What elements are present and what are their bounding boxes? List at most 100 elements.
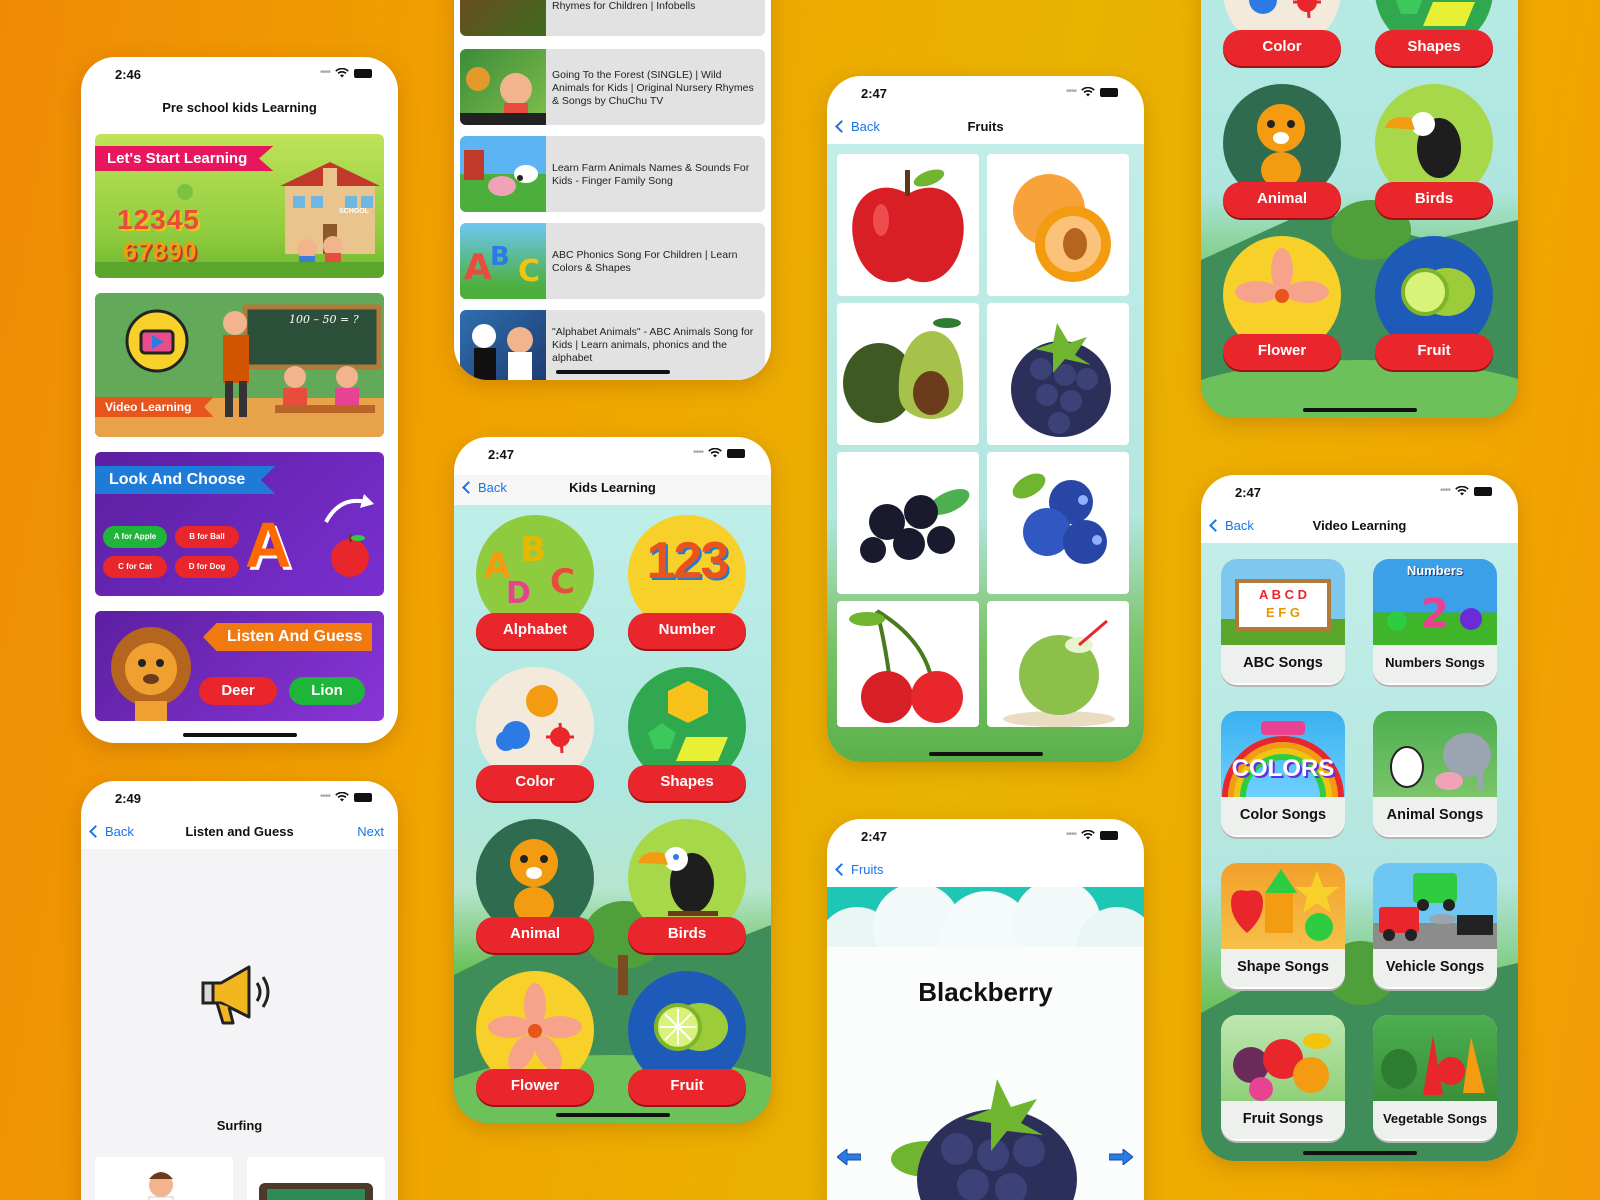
- fruit-tile-coconut[interactable]: [987, 601, 1129, 727]
- video-list-item[interactable]: Rhymes for Children | Infobells: [460, 0, 765, 36]
- category-label: Color: [1223, 30, 1341, 66]
- video-tile-thumbnail: [1373, 711, 1497, 797]
- arrow-left-icon[interactable]: [837, 1149, 861, 1165]
- wifi-icon: [335, 792, 349, 802]
- category-label: Shapes: [628, 765, 746, 801]
- category-label: Birds: [1375, 182, 1493, 218]
- phone-video-learning: 2:47 •••• Back Video Learning A B C D E …: [1201, 475, 1518, 1161]
- page-title: Video Learning: [1312, 518, 1407, 533]
- chalkboard-text: 100 – 50 = ?: [289, 313, 359, 326]
- video-tile-animal-songs[interactable]: Animal Songs: [1373, 711, 1497, 837]
- vegetables-icon: [1381, 1035, 1485, 1095]
- next-button[interactable]: Next: [357, 824, 384, 839]
- video-tile-vehicle-songs[interactable]: Vehicle Songs: [1373, 863, 1497, 989]
- svg-text:D: D: [506, 576, 531, 611]
- video-tile-abc-songs[interactable]: A B C D E F G ABC Songs: [1221, 559, 1345, 685]
- video-list-item[interactable]: ABC ABC Phonics Song For Children | Lear…: [460, 223, 765, 299]
- status-bar: 2:46 ••••: [81, 57, 398, 97]
- avocado-icon: [843, 318, 964, 423]
- blackberry-icon: [1011, 323, 1111, 437]
- dancing-numbers-icon: 2: [1387, 591, 1482, 637]
- category-flower[interactable]: Flower: [476, 971, 594, 1107]
- video-tile-color-songs[interactable]: COLORS Color Songs: [1221, 711, 1345, 837]
- arrow-right-icon[interactable]: [1109, 1149, 1133, 1165]
- category-birds[interactable]: Birds: [1375, 84, 1493, 220]
- answer-pill-deer: Deer: [199, 677, 277, 705]
- fruit-tile-blackberry[interactable]: [987, 303, 1129, 445]
- rainbow-icon: [1222, 721, 1344, 798]
- fruit-tile-peach[interactable]: [987, 154, 1129, 296]
- category-fruit[interactable]: Fruit: [628, 971, 746, 1107]
- abc-board-text: A B C D: [1259, 587, 1307, 602]
- category-shapes[interactable]: Shapes: [628, 667, 746, 803]
- video-learning-card[interactable]: 100 – 50 = ? Video Learning: [95, 293, 384, 437]
- page-title: Listen and Guess: [185, 824, 294, 839]
- animals-icon: [1390, 733, 1491, 790]
- category-label: Animal: [1223, 182, 1341, 218]
- card-title-ribbon: Video Learning: [95, 397, 214, 417]
- back-button[interactable]: Fruits: [835, 862, 884, 877]
- category-alphabet[interactable]: A B C D Alphabet: [476, 515, 594, 651]
- signal-icon: ••••: [1065, 86, 1077, 97]
- wifi-icon: [708, 448, 722, 458]
- fruit-tile-blackcurrant[interactable]: [837, 452, 979, 594]
- look-and-choose-card[interactable]: Look And Choose A for Apple B for Ball C…: [95, 452, 384, 596]
- fruit-tile-apple[interactable]: [837, 154, 979, 296]
- svg-text:2: 2: [1421, 591, 1449, 637]
- choice-pill: D for Dog: [175, 556, 239, 578]
- video-tile-label: Vegetable Songs: [1373, 1101, 1497, 1139]
- fruit-tile-avocado[interactable]: [837, 303, 979, 445]
- category-label: Flower: [1223, 334, 1341, 370]
- fruit-tile-cherry[interactable]: [837, 601, 979, 727]
- video-tile-thumbnail: [1373, 863, 1497, 949]
- video-tile-shape-songs[interactable]: Shape Songs: [1221, 863, 1345, 989]
- category-number[interactable]: 123 Number: [628, 515, 746, 651]
- lets-start-learning-card[interactable]: Let's Start Learning 12345 67890 SCHOOL: [95, 134, 384, 278]
- status-time: 2:47: [861, 86, 888, 101]
- card-title-ribbon: Let's Start Learning: [95, 146, 274, 171]
- category-flower[interactable]: Flower: [1223, 236, 1341, 372]
- card-title-ribbon: Listen And Guess: [203, 623, 373, 651]
- category-shapes[interactable]: Shapes: [1375, 0, 1493, 68]
- peach-icon: [1013, 174, 1111, 282]
- wifi-icon: [1081, 87, 1095, 97]
- battery-icon: [727, 448, 745, 458]
- phone-fruit-detail: 2:47 •••• Fruits Blackberry: [827, 819, 1144, 1200]
- svg-text:C: C: [550, 562, 575, 602]
- navbar: Back Video Learning: [1201, 513, 1518, 543]
- video-tile-fruit-songs[interactable]: Fruit Songs: [1221, 1015, 1345, 1141]
- listen-and-guess-card[interactable]: Listen And Guess Deer Lion: [95, 611, 384, 721]
- status-time: 2:46: [115, 67, 142, 82]
- megaphone-icon[interactable]: [199, 959, 277, 1029]
- battery-icon: [1474, 486, 1492, 496]
- video-tile-numbers-songs[interactable]: Numbers 2 Numbers Songs: [1373, 559, 1497, 685]
- status-time: 2:47: [488, 447, 515, 462]
- video-tile-label: Vehicle Songs: [1373, 949, 1497, 987]
- home-indicator: [555, 370, 670, 374]
- answer-option[interactable]: [247, 1157, 385, 1200]
- category-birds[interactable]: Birds: [628, 819, 746, 955]
- video-tile-label: Animal Songs: [1373, 797, 1497, 835]
- colors-banner: COLORS: [1231, 755, 1335, 782]
- coconut-icon: [1003, 619, 1115, 727]
- category-label: Fruit: [628, 1069, 746, 1105]
- category-color[interactable]: Color: [476, 667, 594, 803]
- page-title: Pre school kids Learning: [162, 100, 317, 115]
- video-list-item[interactable]: Going To the Forest (SINGLE) | Wild Anim…: [460, 49, 765, 125]
- category-color[interactable]: Color: [1223, 0, 1341, 68]
- video-title: "Alphabet Animals" - ABC Animals Song fo…: [552, 326, 754, 364]
- video-tile-label: ABC Songs: [1221, 645, 1345, 683]
- video-tile-label: Numbers Songs: [1373, 645, 1497, 683]
- phone-listen-guess: 2:49 •••• Back Listen and Guess Next Sur…: [81, 781, 398, 1200]
- category-animal[interactable]: Animal: [476, 819, 594, 955]
- signal-icon: ••••: [319, 67, 331, 78]
- fruit-tile-blueberry[interactable]: [987, 452, 1129, 594]
- category-fruit[interactable]: Fruit: [1375, 236, 1493, 372]
- answer-option[interactable]: [95, 1157, 233, 1200]
- video-thumbnail: [460, 136, 546, 212]
- wifi-icon: [335, 68, 349, 78]
- video-list-item[interactable]: Learn Farm Animals Names & Sounds For Ki…: [460, 136, 765, 212]
- video-tile-thumbnail: A B C D E F G: [1221, 559, 1345, 645]
- category-animal[interactable]: Animal: [1223, 84, 1341, 220]
- video-tile-vegetable-songs[interactable]: Vegetable Songs: [1373, 1015, 1497, 1141]
